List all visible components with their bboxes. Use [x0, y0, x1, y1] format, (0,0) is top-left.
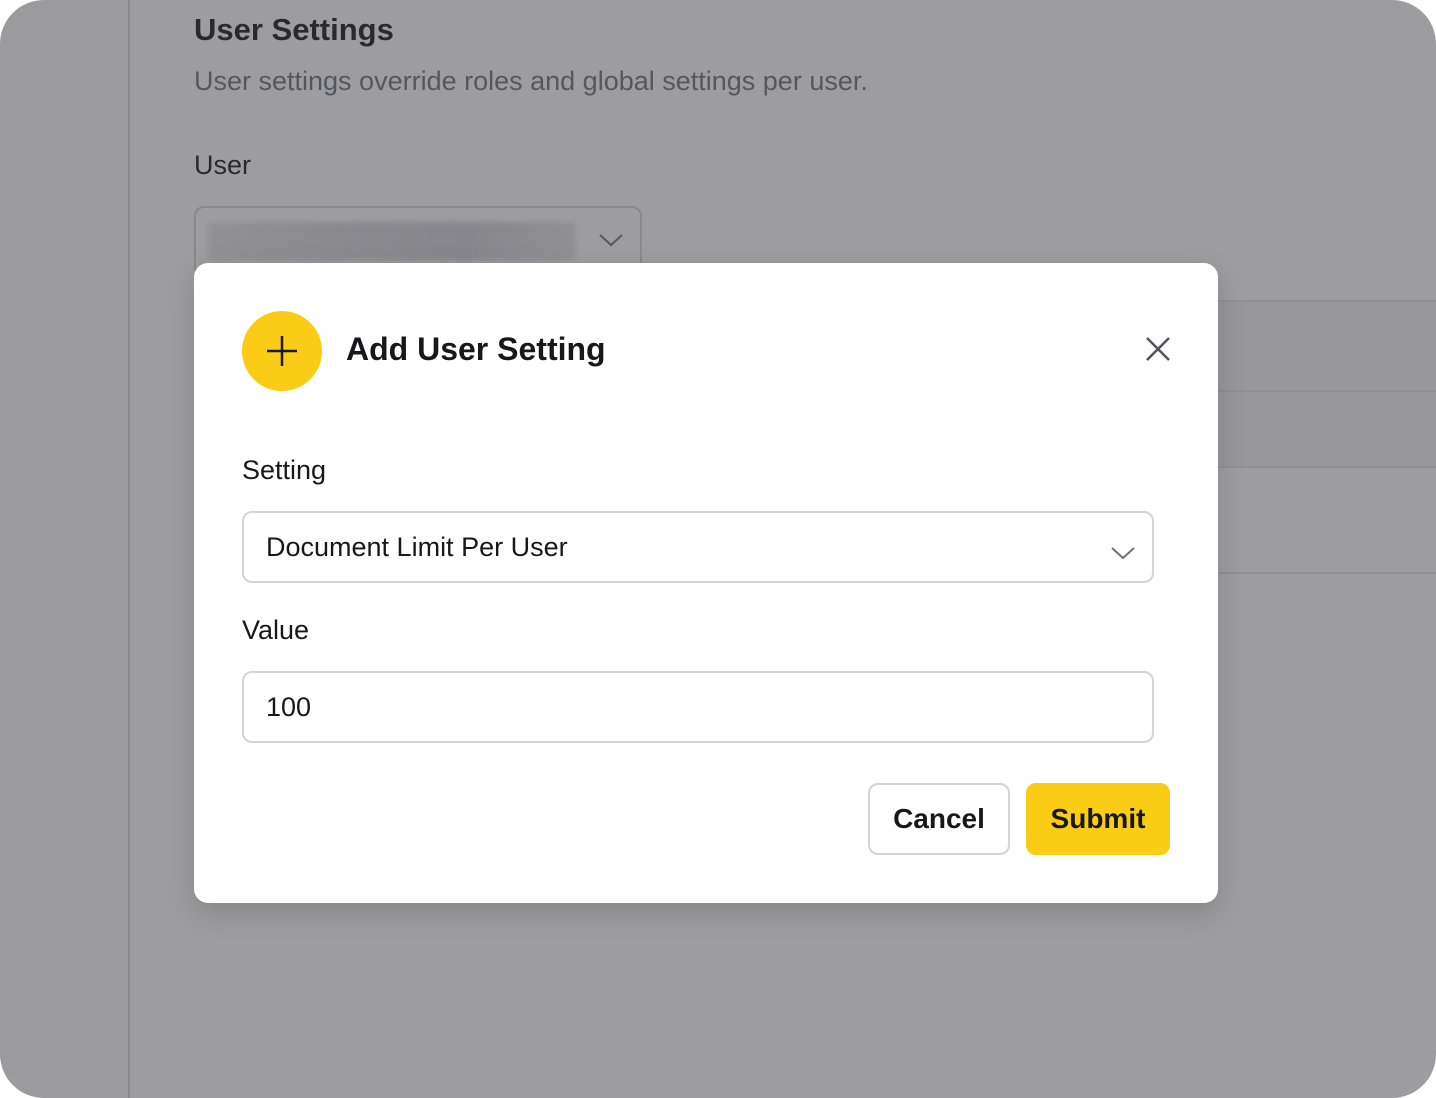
dialog-title: Add User Setting [346, 331, 606, 367]
setting-selected-value: Document Limit Per User [266, 531, 568, 562]
value-input[interactable] [242, 671, 1154, 743]
setting-select[interactable]: Document Limit Per User [242, 511, 1154, 583]
setting-field-label: Setting [242, 455, 327, 485]
submit-button[interactable]: Submit [1026, 783, 1170, 855]
app-window: User Settings User settings override rol… [0, 0, 1436, 1098]
plus-icon [242, 311, 322, 391]
chevron-down-icon [1110, 537, 1136, 568]
add-user-setting-dialog: Add User Setting Setting Document Limit … [194, 263, 1218, 903]
value-field-label: Value [242, 615, 310, 645]
cancel-button[interactable]: Cancel [868, 783, 1010, 855]
close-button[interactable] [1140, 331, 1176, 371]
close-icon [1145, 336, 1171, 367]
